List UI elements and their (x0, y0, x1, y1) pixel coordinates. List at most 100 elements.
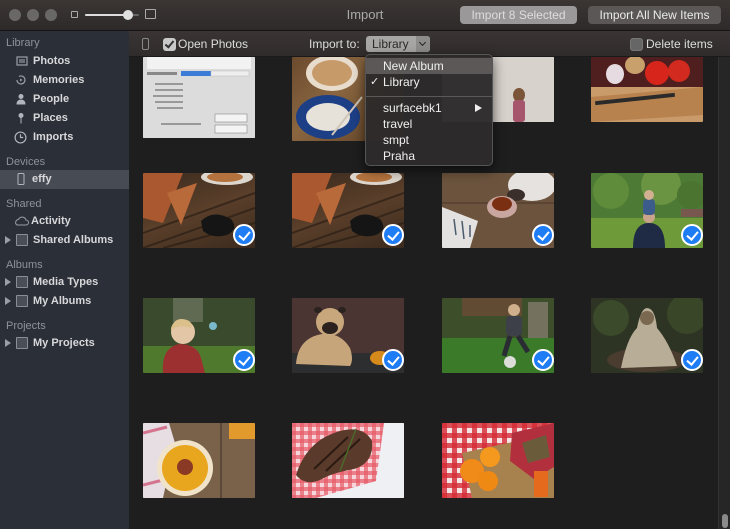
minimize-window-button[interactable] (27, 9, 39, 21)
menu-item-library[interactable]: ✓ Library (366, 74, 492, 90)
sidebar-item-label: effy (32, 173, 52, 185)
sidebar-item-my-albums[interactable]: My Albums (0, 292, 129, 311)
disclosure-triangle-icon[interactable] (5, 339, 11, 347)
menu-item-praha[interactable]: Praha (366, 148, 492, 164)
tomatoes-on-board-image (591, 57, 703, 122)
photo-thumbnail[interactable] (292, 298, 404, 373)
people-icon (16, 94, 26, 105)
sidebar-item-imports[interactable]: Imports (0, 128, 129, 147)
small-thumbnail-icon (71, 11, 78, 18)
grid-scrollbar[interactable] (718, 57, 730, 529)
photo-thumbnail[interactable] (143, 298, 255, 373)
section-heading-shared: Shared (6, 198, 42, 210)
album-stack-icon (16, 234, 28, 246)
disclosure-triangle-icon[interactable] (5, 278, 11, 286)
menu-item-surfacebk1[interactable]: surfacebk1 (366, 100, 492, 116)
sidebar-item-memories[interactable]: Memories (0, 71, 129, 90)
import-to-value: Library (372, 37, 409, 51)
photo-thumbnail[interactable] (442, 298, 554, 373)
open-photos-checkbox[interactable] (163, 38, 176, 51)
photo-thumbnail[interactable] (591, 57, 703, 122)
sidebar-item-label: Shared Albums (33, 234, 114, 246)
places-icon (18, 113, 24, 124)
sidebar-item-media-types[interactable]: Media Types (0, 273, 129, 292)
section-heading-library: Library (6, 37, 40, 49)
slider-fill (85, 14, 129, 16)
menu-item-label: smpt (383, 133, 410, 147)
photo-thumbnail[interactable] (292, 423, 404, 498)
selected-check-icon[interactable] (382, 224, 404, 246)
menu-item-label: Library (383, 75, 420, 89)
import-selected-button[interactable]: Import 8 Selected (460, 6, 577, 24)
sidebar-item-label: Media Types (33, 276, 99, 288)
selected-check-icon[interactable] (681, 349, 703, 371)
imports-icon (14, 131, 27, 144)
sidebar-item-activity[interactable]: Activity (0, 212, 129, 231)
import-progress-image (143, 57, 255, 138)
checkmark-icon: ✓ (370, 76, 380, 88)
import-to-select[interactable]: Library (366, 36, 430, 52)
selected-check-icon[interactable] (532, 224, 554, 246)
menu-item-new-album[interactable]: New Album (366, 58, 492, 74)
thumbnail-size-slider[interactable] (71, 9, 157, 21)
sidebar-item-label: Photos (33, 55, 71, 67)
sidebar-item-my-projects[interactable]: My Projects (0, 334, 129, 353)
photo-thumbnail[interactable] (292, 173, 404, 248)
sidebar-item-photos[interactable]: Photos (0, 52, 129, 71)
large-thumbnail-icon (145, 9, 156, 19)
import-all-button[interactable]: Import All New Items (588, 6, 721, 24)
sidebar-item-label: Activity (31, 215, 71, 227)
menu-item-travel[interactable]: travel (366, 116, 492, 132)
photo-thumbnail[interactable] (143, 423, 255, 498)
selected-check-icon[interactable] (532, 349, 554, 371)
disclosure-triangle-icon[interactable] (5, 297, 11, 305)
pumpkin-soup-image (143, 423, 255, 498)
menu-item-label: Praha (383, 149, 416, 163)
menu-separator (366, 96, 492, 97)
delete-items-checkbox[interactable] (630, 38, 643, 51)
section-heading-devices: Devices (6, 156, 46, 168)
sidebar-item-label: People (33, 93, 70, 105)
memories-icon (16, 75, 26, 85)
fullscreen-window-button[interactable] (45, 9, 57, 21)
photo-thumbnail[interactable] (442, 173, 554, 248)
watermelon-and-oranges-image (442, 423, 554, 498)
sidebar: Library Photos Memories People Places Im… (0, 31, 129, 529)
sidebar-item-places[interactable]: Places (0, 109, 129, 128)
selected-check-icon[interactable] (382, 349, 404, 371)
photo-thumbnail[interactable] (442, 423, 554, 498)
sidebar-item-people[interactable]: People (0, 90, 129, 109)
title-bar: Import Import 8 Selected Import All New … (0, 0, 730, 31)
selected-check-icon[interactable] (681, 224, 703, 246)
section-heading-albums: Albums (6, 259, 43, 271)
scroll-thumb[interactable] (722, 514, 728, 528)
slider-track[interactable] (85, 10, 139, 20)
device-phone-icon (142, 38, 149, 50)
sidebar-item-shared-albums[interactable]: Shared Albums (0, 231, 129, 250)
selected-check-icon[interactable] (233, 349, 255, 371)
slider-knob[interactable] (123, 10, 134, 20)
submenu-arrow-icon (475, 104, 482, 112)
photo-thumbnail[interactable] (143, 57, 255, 138)
import-to-menu: New Album ✓ Library surfacebk1 travel sm… (365, 54, 493, 166)
sidebar-item-label: Memories (33, 74, 85, 86)
open-photos-label: Open Photos (178, 37, 249, 51)
close-window-button[interactable] (9, 9, 21, 21)
sidebar-item-effy[interactable]: effy (0, 170, 129, 189)
album-stack-icon (16, 337, 28, 349)
photo-thumbnail[interactable] (591, 298, 703, 373)
selected-check-icon[interactable] (233, 224, 255, 246)
photo-thumbnail[interactable] (591, 173, 703, 248)
menu-item-smpt[interactable]: smpt (366, 132, 492, 148)
album-stack-icon (16, 276, 28, 288)
import-to-label: Import to: (309, 37, 360, 51)
section-heading-projects: Projects (6, 320, 46, 332)
sidebar-item-label: Places (33, 112, 68, 124)
disclosure-triangle-icon[interactable] (5, 236, 11, 244)
photos-icon (16, 56, 28, 66)
sidebar-item-label: My Albums (33, 295, 92, 307)
iphone-icon (17, 173, 25, 185)
photo-thumbnail[interactable] (143, 173, 255, 248)
grilled-steak-image (292, 423, 404, 498)
delete-items-label: Delete items (646, 37, 713, 51)
